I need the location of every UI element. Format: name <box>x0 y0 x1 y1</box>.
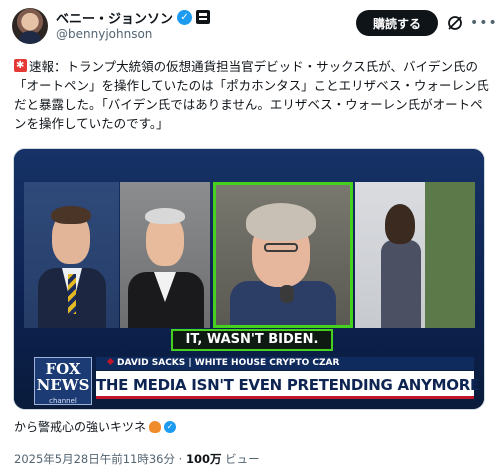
affiliation-badge-icon[interactable] <box>196 10 211 24</box>
views-count: 100万 <box>185 452 222 466</box>
video-source-text[interactable]: から警戒心の強いキツネ <box>14 418 146 435</box>
video-caption: IT, WASN'T BIDEN. <box>171 329 333 351</box>
verified-icon: ✓ <box>177 9 193 25</box>
author-name-row[interactable]: ベニー・ジョンソン ✓ <box>56 8 211 27</box>
siren-icon <box>14 56 27 75</box>
meta-separator: · <box>178 452 183 466</box>
video-panel-woman <box>355 182 475 328</box>
tweet-body: トランプ大統領の仮想通貨担当官デビッド・サックス氏が、バイデン氏の「オートペン」… <box>14 59 489 131</box>
tweet-meta: 2025年5月28日午前11時36分 · 100万 ビュー <box>14 451 260 467</box>
fox-logo-line1: FOX <box>45 360 81 378</box>
chyron-bullet-icon <box>106 357 115 366</box>
subscribe-button[interactable]: 購読する <box>356 10 438 36</box>
fox-news-logo: FOX NEWS channel <box>34 357 92 405</box>
tweet-prefix: 速報： <box>29 59 67 74</box>
chyron-headline: THE MEDIA ISN'T EVEN PRETENDING ANYMORE <box>96 371 480 399</box>
chyron-nameplate: DAVID SACKS | WHITE HOUSE CRYPTO CZAR <box>96 357 474 370</box>
tweet-timestamp[interactable]: 2025年5月28日午前11時36分 <box>14 452 175 466</box>
tweet-video[interactable]: IT, WASN'T BIDEN. FOX NEWS channel DAVID… <box>13 148 485 410</box>
video-panel-host <box>24 182 119 328</box>
tweet-text: 速報：トランプ大統領の仮想通貨担当官デビッド・サックス氏が、バイデン氏の「オート… <box>14 56 490 133</box>
more-icon[interactable]: ••• <box>470 14 497 32</box>
video-panel-guest <box>120 182 210 328</box>
verified-icon: ✓ <box>164 420 177 433</box>
grok-icon[interactable] <box>446 14 464 32</box>
avatar[interactable] <box>12 8 48 44</box>
fox-logo-line3: channel <box>49 397 77 405</box>
tweet-header: ベニー・ジョンソン ✓ @bennyjohnson 購読する ••• <box>0 0 500 50</box>
fox-emoji-icon <box>149 420 162 433</box>
author-handle[interactable]: @bennyjohnson <box>56 27 152 41</box>
video-source[interactable]: から警戒心の強いキツネ ✓ <box>14 418 177 435</box>
chyron-nameplate-text: DAVID SACKS | WHITE HOUSE CRYPTO CZAR <box>117 358 340 368</box>
views-label: ビュー <box>225 452 260 466</box>
fox-logo-line2: NEWS <box>36 376 90 394</box>
video-panel-warren <box>213 182 353 328</box>
author-display-name[interactable]: ベニー・ジョンソン <box>56 8 173 27</box>
